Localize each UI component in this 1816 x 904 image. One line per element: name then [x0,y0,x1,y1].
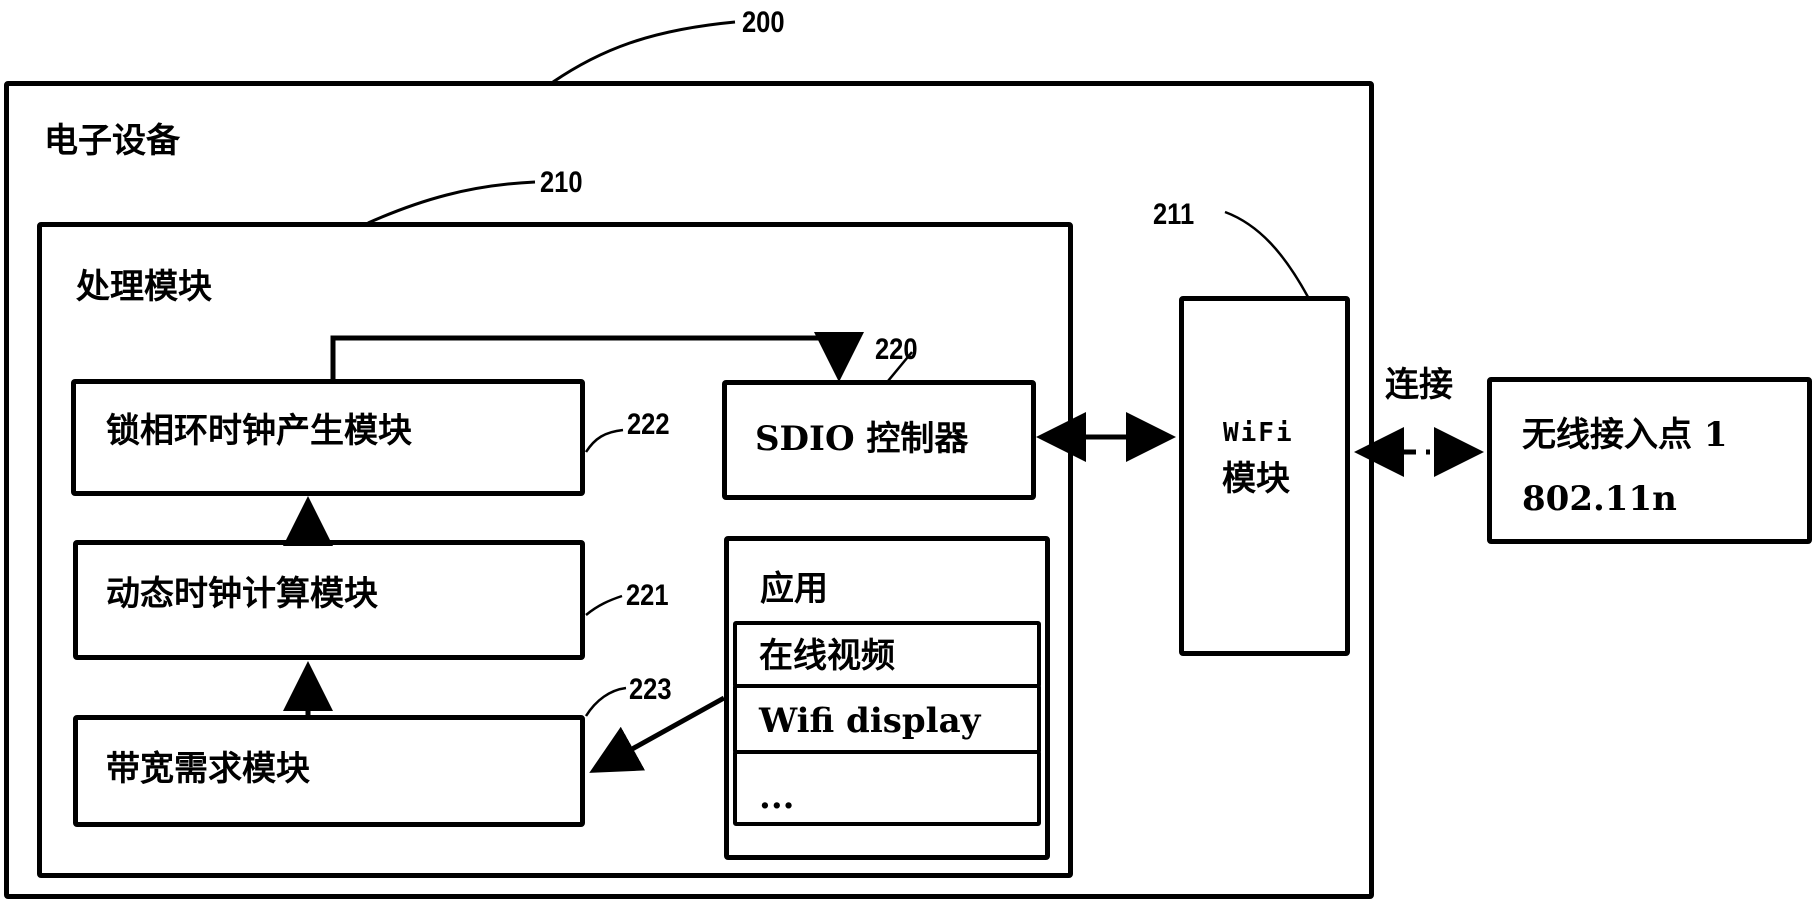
access-point-label-line2: 802.11n [1522,479,1677,519]
applications-title: 应用 [760,569,828,609]
application-item-label: ... [759,777,795,817]
sdio-controller-label: SDIO 控制器 [755,419,969,459]
ref-label-223: 223 [629,673,672,706]
application-item-label: Wifi display [759,701,981,741]
application-item-more: ... [733,750,1041,826]
ref-label-220: 220 [875,333,918,366]
processing-module-title: 处理模块 [76,267,212,307]
wifi-module-label-line1: WiFi [1223,418,1294,448]
application-item-label: 在线视频 [759,636,895,676]
application-item-online-video: 在线视频 [733,621,1041,688]
leader-line-200 [552,20,736,84]
electronic-device-title: 电子设备 [44,121,180,161]
ref-label-221: 221 [626,579,669,612]
ref-label-222: 222 [627,408,670,441]
ref-label-200: 200 [742,6,785,39]
access-point-label-line1: 无线接入点 1 [1522,415,1728,455]
connection-label: 连接 [1385,365,1453,405]
pll-clock-module-label: 锁相环时钟产生模块 [106,411,412,451]
bandwidth-module-label: 带宽需求模块 [106,749,310,789]
wifi-module-label-line2: 模块 [1222,459,1290,499]
application-item-wifi-display: Wifi display [733,684,1041,754]
dynamic-clock-module-label: 动态时钟计算模块 [106,574,378,614]
ref-label-210: 210 [540,166,583,199]
ref-label-211: 211 [1153,198,1195,231]
